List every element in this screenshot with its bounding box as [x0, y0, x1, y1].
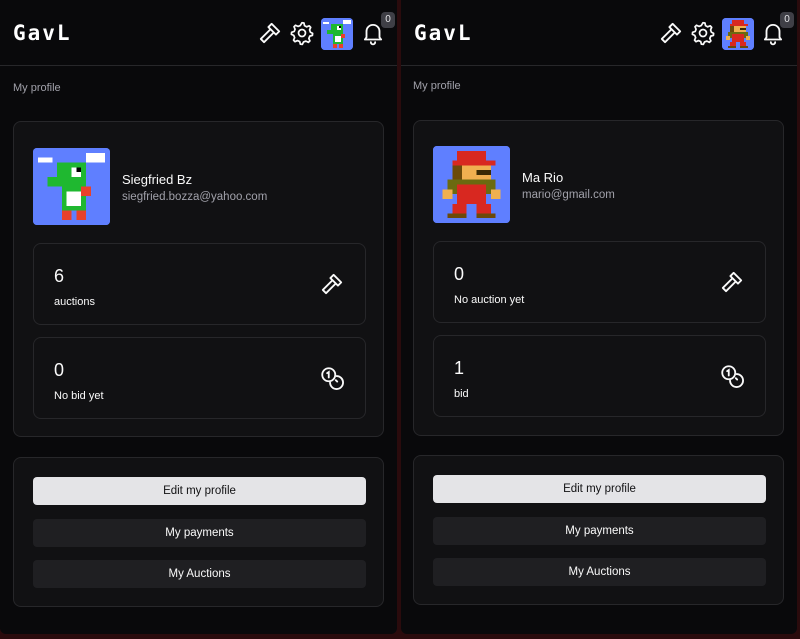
user-email: mario@gmail.com [522, 189, 615, 201]
bids-count: 1 [454, 358, 465, 378]
edit-profile-button[interactable]: Edit my profile [433, 475, 766, 503]
brand-logo[interactable]: GavL [13, 21, 72, 45]
top-nav-bar: GavL 0 [401, 0, 797, 66]
bids-stat-card[interactable]: 1 bid [433, 335, 766, 417]
profile-panel-right: GavL 0 My profile Ma Rio mario@gmail.com… [401, 0, 797, 634]
auctions-label: No auction yet [454, 294, 525, 306]
gear-icon[interactable] [690, 20, 716, 46]
user-avatar [433, 146, 510, 223]
my-auctions-button[interactable]: My Auctions [433, 558, 766, 586]
my-auctions-button[interactable]: My Auctions [33, 560, 366, 588]
gavel-icon [719, 269, 745, 295]
breadcrumb[interactable]: My profile [413, 80, 461, 92]
user-avatar-small[interactable] [722, 18, 754, 50]
gavel-icon[interactable] [257, 20, 283, 46]
user-name: Ma Rio [522, 170, 564, 185]
user-avatar [33, 148, 110, 225]
bids-label: bid [454, 388, 469, 400]
user-name: Siegfried Bz [122, 172, 193, 187]
brand-logo[interactable]: GavL [414, 21, 473, 45]
coins-icon [719, 363, 745, 389]
actions-card: Edit my profile My payments My Auctions [413, 455, 784, 605]
bids-stat-card[interactable]: 0 No bid yet [33, 337, 366, 419]
profile-card: Siegfried Bz siegfried.bozza@yahoo.com 6… [13, 121, 384, 437]
my-payments-button[interactable]: My payments [433, 517, 766, 545]
auctions-stat-card[interactable]: 0 No auction yet [433, 241, 766, 323]
gear-icon[interactable] [289, 20, 315, 46]
actions-card: Edit my profile My payments My Auctions [13, 457, 384, 607]
user-avatar-small[interactable] [321, 18, 353, 50]
bids-label: No bid yet [54, 390, 104, 402]
auctions-label: auctions [54, 296, 95, 308]
gavel-icon [319, 271, 345, 297]
profile-card: Ma Rio mario@gmail.com 0 No auction yet … [413, 120, 784, 436]
edit-profile-button[interactable]: Edit my profile [33, 477, 366, 505]
coins-icon [319, 365, 345, 391]
notification-count-badge: 0 [780, 12, 794, 28]
notification-count-badge: 0 [381, 12, 395, 28]
breadcrumb[interactable]: My profile [13, 82, 61, 94]
top-nav-bar: GavL 0 [0, 0, 397, 66]
user-email: siegfried.bozza@yahoo.com [122, 191, 268, 203]
auctions-count: 0 [454, 264, 465, 284]
auctions-stat-card[interactable]: 6 auctions [33, 243, 366, 325]
my-payments-button[interactable]: My payments [33, 519, 366, 547]
bids-count: 0 [54, 360, 65, 380]
auctions-count: 6 [54, 266, 65, 286]
profile-panel-left: GavL 0 My profile Siegfried Bz siegfried… [0, 0, 397, 634]
gavel-icon[interactable] [658, 20, 684, 46]
